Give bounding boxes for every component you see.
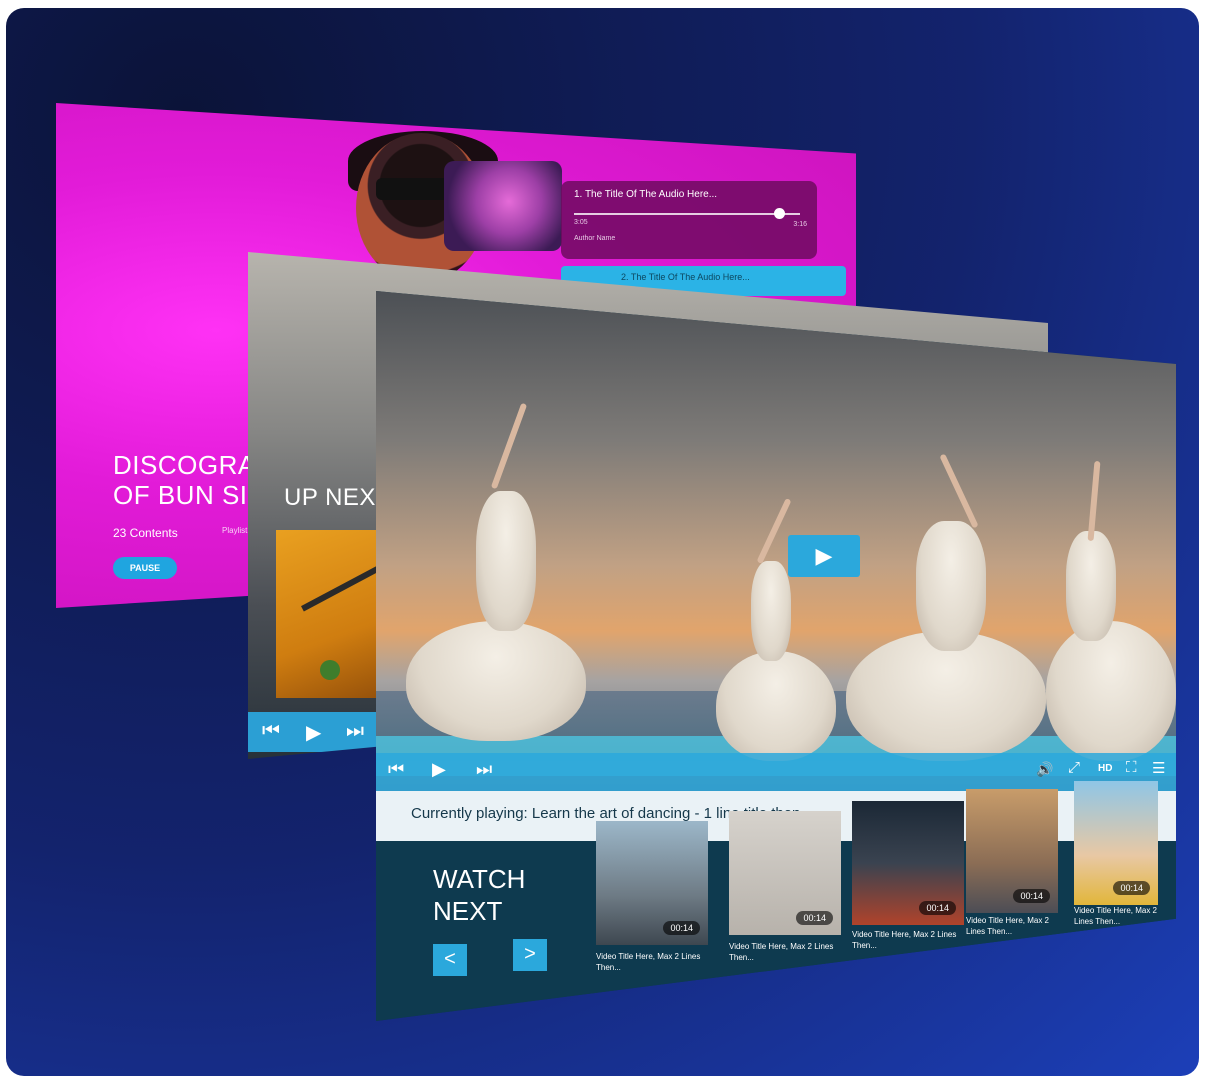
pause-button[interactable]: PAUSE <box>113 557 177 579</box>
duration-badge: 00:14 <box>663 921 700 935</box>
watch-next-caption-4[interactable]: Video Title Here, Max 2 Lines Then... <box>966 915 1061 937</box>
dancer-2-body <box>751 561 791 661</box>
play-icon[interactable]: ▶ <box>306 720 321 745</box>
watch-next-line1: WATCH <box>433 864 526 894</box>
dancer-4-arm <box>1087 460 1101 542</box>
watch-next-prev-arrow[interactable]: < <box>433 944 467 976</box>
dancer-1-arm <box>490 402 528 490</box>
dancer-3-arm <box>939 453 979 529</box>
prev-icon[interactable]: ⏮ <box>388 759 404 780</box>
watch-next-line2: NEXT <box>433 896 503 926</box>
watch-next-next-arrow[interactable]: > <box>513 939 547 971</box>
next-track-title: 2. The Title Of The Audio Here... <box>621 272 750 282</box>
watch-next-caption-3[interactable]: Video Title Here, Max 2 Lines Then... <box>852 929 967 951</box>
track-artwork <box>444 161 562 251</box>
playlist-label: Playlist <box>222 526 248 535</box>
video-control-bar: ⏮ ▶ ⏭ 🔊 ⤢ HD ⛶ ☰ <box>376 753 1176 791</box>
duration-badge: 00:14 <box>919 901 956 915</box>
prev-icon[interactable]: ⏮ <box>262 720 280 743</box>
album-title-line2: OF BUN SI <box>113 480 248 510</box>
watch-next-item-4[interactable]: 00:14 <box>966 789 1058 913</box>
duration-badge: 00:14 <box>1013 889 1050 903</box>
showcase-background: 1. The Title Of The Audio Here... 3:05 3… <box>6 8 1199 1076</box>
play-icon[interactable]: ▶ <box>432 759 446 780</box>
watch-next-caption-1[interactable]: Video Title Here, Max 2 Lines Then... <box>596 951 711 973</box>
contents-count: 23 Contents <box>113 526 178 540</box>
watch-next-item-5[interactable]: 00:14 <box>1074 781 1158 905</box>
menu-icon[interactable]: ☰ <box>1152 759 1165 777</box>
watch-next-section: WATCH NEXT < > 00:14 Video Title Here, M… <box>376 781 1176 1021</box>
album-title-line1: DISCOGRA <box>113 450 256 480</box>
time-total: 3:16 <box>793 221 807 228</box>
fullscreen-icon[interactable]: ⛶ <box>1126 759 1137 776</box>
volume-icon[interactable]: 🔊 <box>1036 761 1053 778</box>
dancer-2-arm <box>756 498 792 564</box>
watch-next-item-1[interactable]: 00:14 <box>596 821 708 945</box>
album-title: DISCOGRA OF BUN SI <box>113 450 256 510</box>
dancer-4-body <box>1066 531 1116 641</box>
track-title: 1. The Title Of The Audio Here... <box>574 189 718 200</box>
quality-icon[interactable]: HD <box>1098 763 1112 774</box>
dancer-2-dress <box>716 651 836 761</box>
up-next-title: UP NEXT <box>284 484 392 511</box>
watch-next-item-2[interactable]: 00:14 <box>729 811 841 935</box>
duration-badge: 00:14 <box>1113 881 1150 895</box>
play-button[interactable]: ▶ <box>788 535 860 577</box>
dancer-1-body <box>476 491 536 631</box>
dancer-3-body <box>916 521 986 651</box>
dancer-1-dress <box>406 621 586 741</box>
video-frame[interactable]: ▶ ⏮ ▶ ⏭ 🔊 ⤢ HD ⛶ ☰ <box>376 291 1176 791</box>
watch-next-caption-2[interactable]: Video Title Here, Max 2 Lines Then... <box>729 941 844 963</box>
watch-next-caption-5[interactable]: Video Title Here, Max 2 Lines Then... <box>1074 905 1159 927</box>
dancer-4-dress <box>1046 621 1176 761</box>
plant-pot <box>320 660 340 680</box>
video-player-panel: ▶ ⏮ ▶ ⏭ 🔊 ⤢ HD ⛶ ☰ Currently playing: Le… <box>376 291 1176 1021</box>
duration-badge: 00:14 <box>796 911 833 925</box>
now-playing-card[interactable]: 1. The Title Of The Audio Here... 3:05 3… <box>561 181 817 259</box>
next-icon[interactable]: ⏭ <box>346 720 364 743</box>
author-name: Author Name <box>574 235 616 242</box>
next-icon[interactable]: ⏭ <box>476 759 492 780</box>
watch-next-item-3[interactable]: 00:14 <box>852 801 964 925</box>
track-progress-knob[interactable] <box>774 208 785 219</box>
time-elapsed: 3:05 <box>574 219 588 226</box>
track-progress-bar[interactable] <box>574 213 800 215</box>
watch-next-title: WATCH NEXT <box>433 863 525 927</box>
share-icon[interactable]: ⤢ <box>1068 759 1080 776</box>
